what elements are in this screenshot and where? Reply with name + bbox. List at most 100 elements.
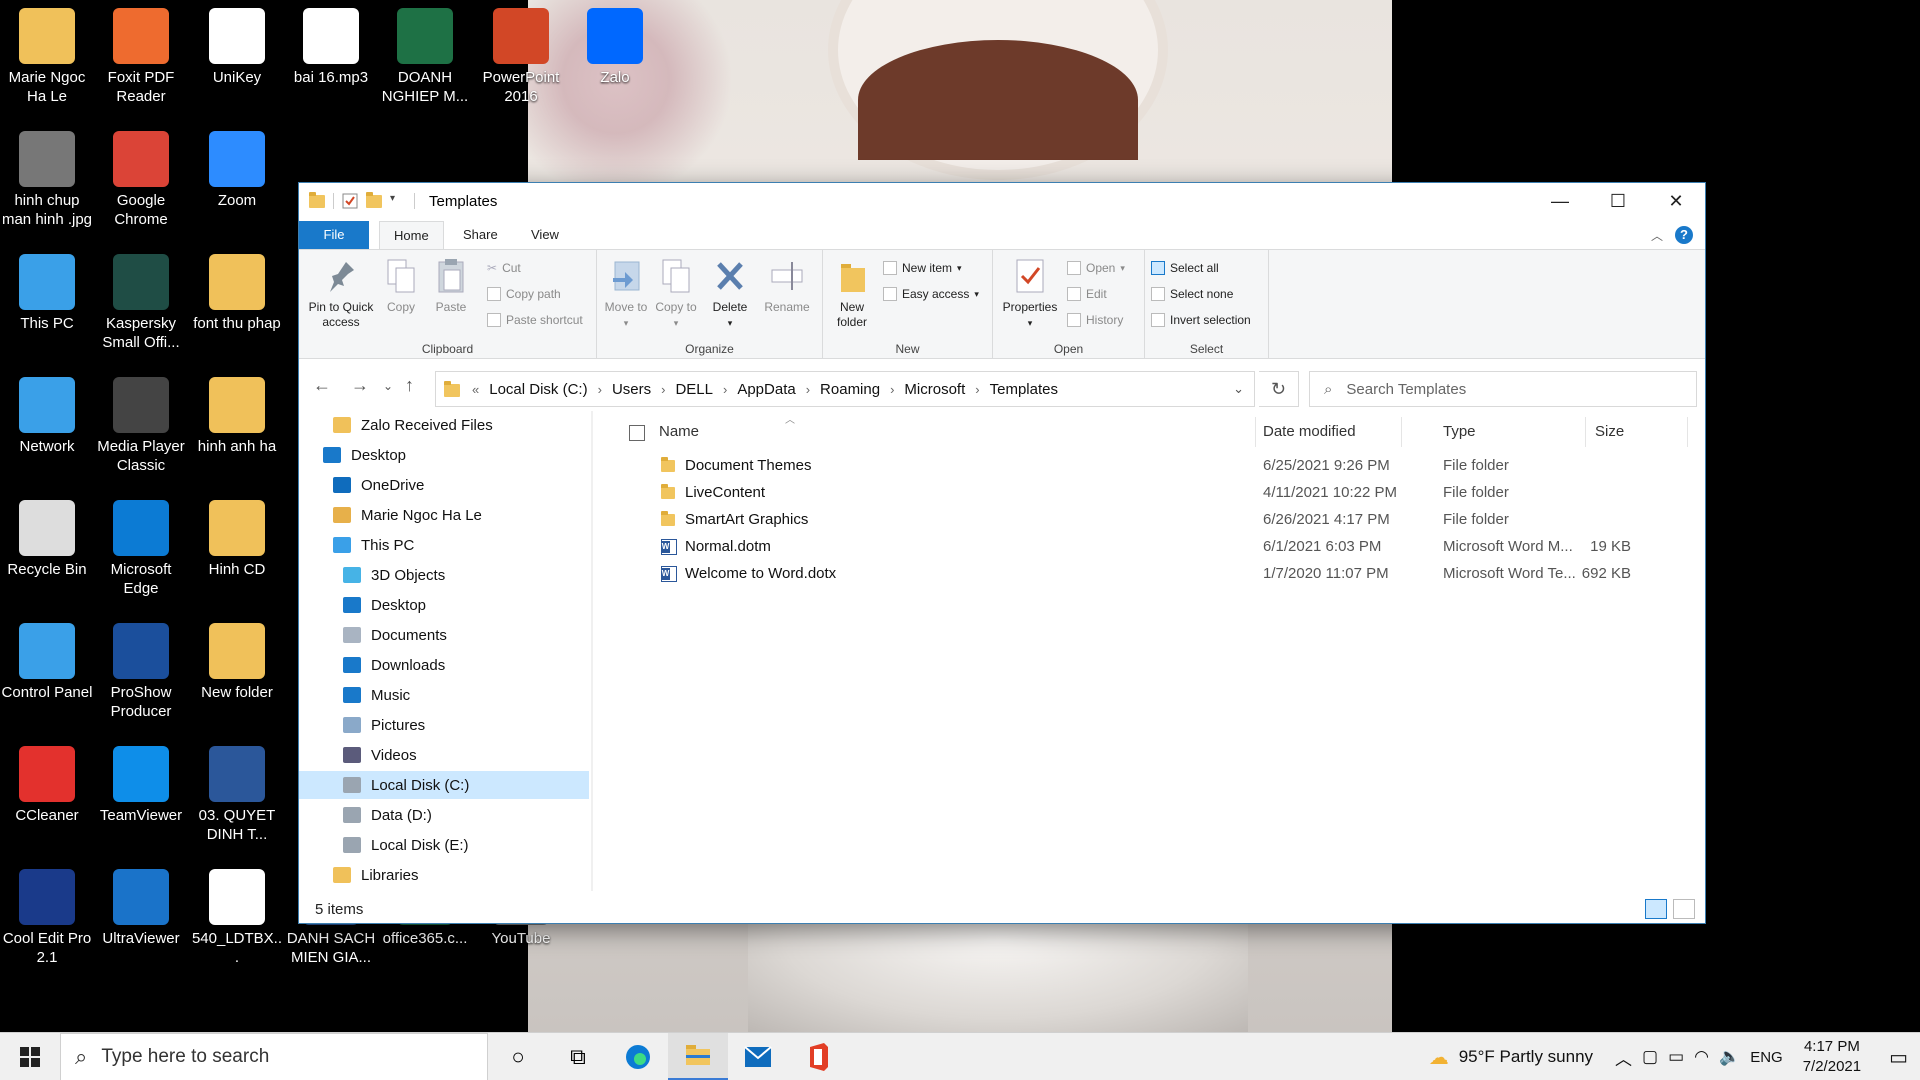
help-icon[interactable]: ? [1675,226,1693,244]
move-to-button[interactable]: Move to ▾ [603,256,649,331]
breadcrumb-chevron-icon[interactable]: › [723,382,727,397]
desktop-icon[interactable]: DOANH NGHIEP M... [378,0,472,106]
breadcrumb-item[interactable]: DELL [675,381,713,398]
details-view-icon[interactable] [1645,899,1667,919]
desktop-icon[interactable]: New folder [190,615,284,702]
desktop-icon[interactable]: hinh chup man hinh .jpg [0,123,94,229]
breadcrumb-chevron-icon[interactable]: › [890,382,894,397]
nav-item[interactable]: This PC [299,531,589,559]
cortana-icon[interactable]: ○ [488,1033,548,1080]
nav-item[interactable]: Downloads [299,651,589,679]
desktop-icon[interactable]: 540_LDTBX... [190,861,284,967]
select-none-button[interactable]: Select none [1151,284,1233,304]
start-button[interactable] [0,1033,60,1080]
show-hidden-icons-icon[interactable]: ︿ [1615,1045,1632,1070]
collapse-ribbon-icon[interactable]: ︿ [1651,227,1663,244]
select-all-checkbox[interactable] [629,425,645,441]
file-row[interactable]: Normal.dotm6/1/2021 6:03 PMMicrosoft Wor… [611,534,1631,561]
history-button[interactable]: History [1067,310,1123,330]
desktop-icon[interactable]: Media Player Classic [94,369,188,475]
copy-button[interactable]: Copy [381,256,421,315]
rename-button[interactable]: Rename [759,256,815,315]
weather-icon[interactable]: ☁ [1429,1045,1449,1070]
breadcrumb-item[interactable]: AppData [737,381,795,398]
desktop-icon[interactable]: Recycle Bin [0,492,94,579]
overflow-chevron-icon[interactable]: « [472,382,479,397]
desktop-icon[interactable]: Zalo [568,0,662,87]
meet-now-icon[interactable]: ▢ [1642,1047,1658,1067]
tab-file[interactable]: File [299,221,369,249]
desktop-icon[interactable]: UltraViewer [94,861,188,948]
tab-view[interactable]: View [517,221,573,249]
desktop-icon[interactable]: bai 16.mp3 [284,0,378,87]
wifi-icon[interactable]: ◠ [1694,1047,1709,1067]
paste-shortcut-button[interactable]: Paste shortcut [487,310,583,330]
desktop-icon[interactable]: font thu phap [190,246,284,333]
minimize-button[interactable]: — [1531,183,1589,219]
tab-home[interactable]: Home [379,221,444,249]
desktop-icon[interactable]: 03. QUYET DINH T... [190,738,284,844]
nav-item[interactable]: OneDrive [299,471,589,499]
breadcrumb-item[interactable]: Roaming [820,381,880,398]
breadcrumb-item[interactable]: Templates [990,381,1058,398]
maximize-button[interactable]: ☐ [1589,183,1647,219]
desktop-icon[interactable]: Google Chrome [94,123,188,229]
properties-button[interactable]: Properties ▾ [997,256,1063,331]
nav-item[interactable]: Videos [299,741,589,769]
nav-item[interactable]: Documents [299,621,589,649]
refresh-icon[interactable]: ↻ [1259,371,1299,407]
mail-taskbar-icon[interactable] [728,1033,788,1080]
forward-arrow-icon[interactable]: → [351,375,369,396]
task-view-icon[interactable]: ⧉ [548,1033,608,1080]
recent-locations-chevron-icon[interactable]: ⌄ [383,379,393,393]
weather-text[interactable]: 95°F Partly sunny [1459,1047,1593,1067]
desktop-icon[interactable]: Cool Edit Pro 2.1 [0,861,94,967]
new-item-button[interactable]: New item ▾ [883,258,962,278]
desktop-icon[interactable]: Kaspersky Small Offi... [94,246,188,352]
copy-to-button[interactable]: Copy to ▾ [653,256,699,331]
search-input[interactable]: ⌕ Search Templates [1309,371,1697,407]
desktop-icon[interactable]: UniKey [190,0,284,87]
nav-item[interactable]: Local Disk (E:) [299,831,589,859]
new-folder-button[interactable]: New folder [827,256,877,330]
desktop-icon[interactable]: Control Panel [0,615,94,702]
desktop-icon[interactable]: Foxit PDF Reader [94,0,188,106]
office-taskbar-icon[interactable] [788,1033,848,1080]
nav-item[interactable]: Marie Ngoc Ha Le [299,501,589,529]
edge-taskbar-icon[interactable] [608,1033,668,1080]
desktop-icon[interactable]: hinh anh ha [190,369,284,456]
nav-item[interactable]: Desktop [299,441,589,469]
volume-icon[interactable]: 🔈 [1719,1047,1740,1067]
paste-button[interactable]: Paste [429,256,473,315]
nav-item[interactable]: Desktop [299,591,589,619]
edit-button[interactable]: Edit [1067,284,1107,304]
open-button[interactable]: Open ▾ [1067,258,1125,278]
desktop-icon[interactable]: PowerPoint 2016 [474,0,568,106]
nav-item[interactable]: Libraries [299,861,589,889]
desktop-icon[interactable]: Network [0,369,94,456]
nav-item[interactable]: 3D Objects [299,561,589,589]
nav-item[interactable]: Music [299,681,589,709]
file-explorer-taskbar-icon[interactable] [668,1032,728,1080]
breadcrumb-chevron-icon[interactable]: › [806,382,810,397]
select-all-button[interactable]: Select all [1151,258,1219,278]
address-dropdown-icon[interactable]: ⌄ [1233,381,1244,397]
back-arrow-icon[interactable]: ← [313,375,331,396]
title-bar[interactable]: ▾ Templates — ☐ ✕ [299,183,1705,221]
file-row[interactable]: Welcome to Word.dotx1/7/2020 11:07 PMMic… [611,561,1631,588]
nav-item[interactable]: Zalo Received Files [299,411,589,439]
breadcrumb-chevron-icon[interactable]: › [975,382,979,397]
desktop-icon[interactable]: This PC [0,246,94,333]
customize-dropdown-icon[interactable]: ▾ [390,193,406,209]
file-row[interactable]: SmartArt Graphics 6/26/2021 4:17 PM File f… [611,507,1511,534]
properties-check-icon[interactable] [342,193,358,209]
breadcrumb-chevron-icon[interactable]: › [661,382,665,397]
easy-access-button[interactable]: Easy access ▾ [883,284,979,304]
up-arrow-icon[interactable]: ↑ [405,375,414,396]
column-name[interactable]: Name [659,423,699,440]
column-type[interactable]: Type [1443,423,1476,440]
breadcrumb-item[interactable]: Users [612,381,651,398]
copy-path-button[interactable]: Copy path [487,284,561,304]
invert-selection-button[interactable]: Invert selection [1151,310,1251,330]
large-icons-view-icon[interactable] [1673,899,1695,919]
